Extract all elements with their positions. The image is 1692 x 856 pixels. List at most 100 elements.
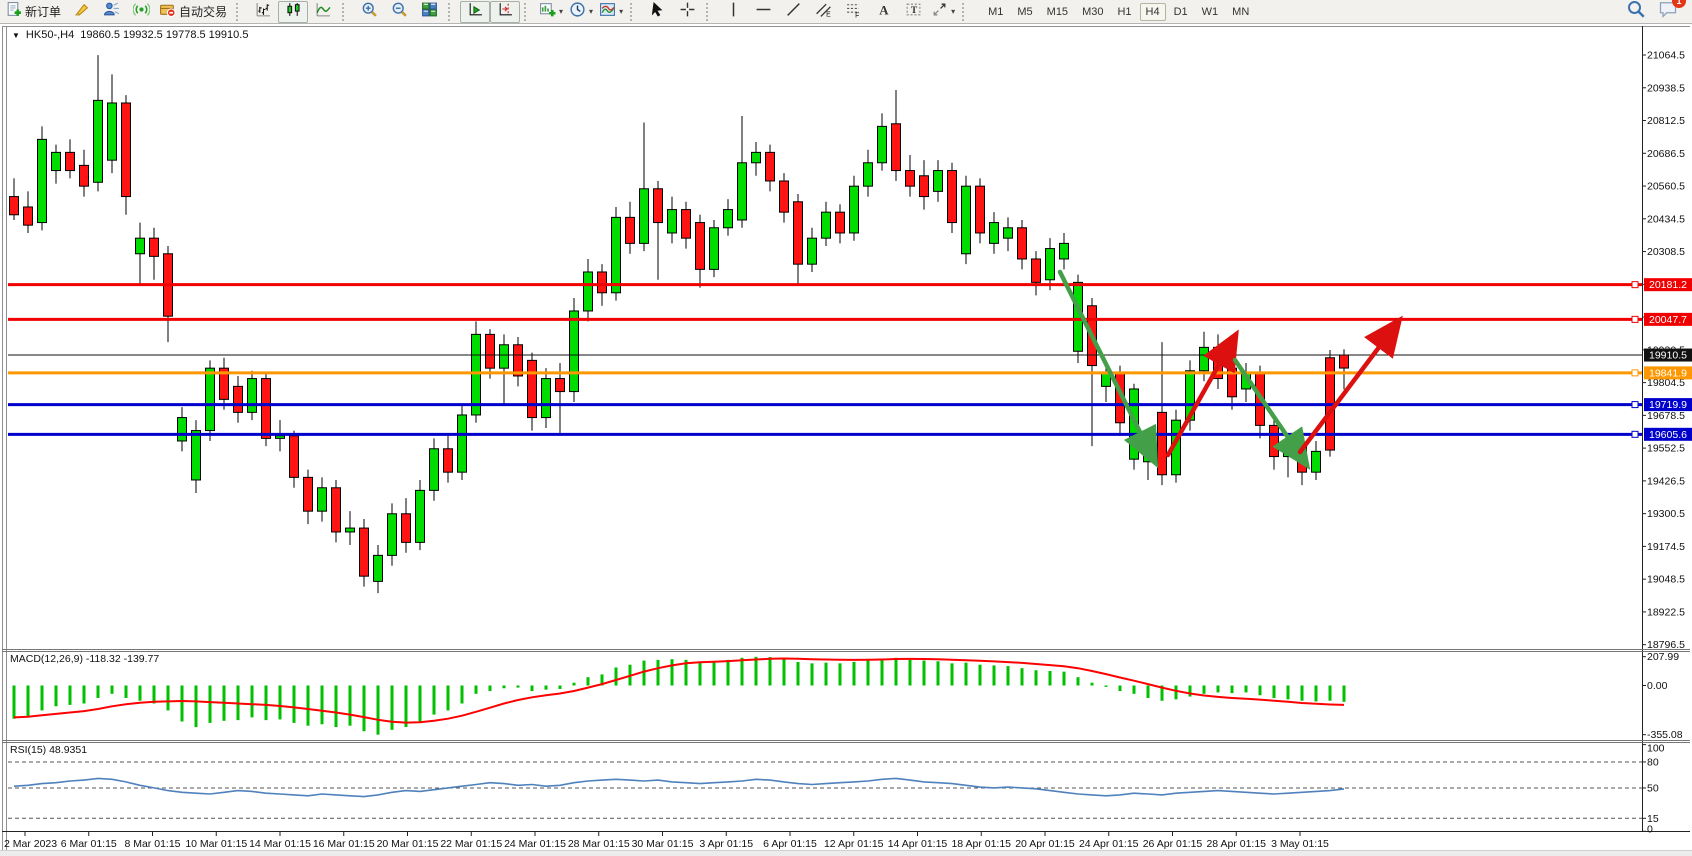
tile-windows-button[interactable] (414, 1, 444, 23)
level-handle[interactable] (1632, 431, 1638, 437)
candle-chart-button[interactable] (278, 1, 308, 23)
macd-panel[interactable]: 207.990.00-355.08 (14, 651, 1683, 741)
timeframe-m1[interactable]: M1 (982, 3, 1009, 21)
toolbar-separator (630, 3, 639, 21)
chevron-down-icon[interactable]: ▾ (619, 8, 623, 16)
svg-text:80: 80 (1647, 756, 1659, 768)
svg-text:50: 50 (1647, 782, 1659, 794)
crosshair-button[interactable] (672, 1, 702, 23)
new-order-button[interactable]: 新订单 (2, 1, 66, 23)
svg-text:30 Mar 01:15: 30 Mar 01:15 (632, 838, 694, 850)
timeframe-w1[interactable]: W1 (1196, 3, 1225, 21)
svg-text:T: T (910, 5, 917, 16)
search-button[interactable] (1626, 0, 1646, 24)
window-bottom-edge (0, 850, 1692, 856)
price-tag: 20181.2 (1644, 278, 1692, 291)
svg-text:20 Mar 01:15: 20 Mar 01:15 (377, 838, 439, 850)
line-chart-button[interactable] (308, 1, 338, 23)
candlestick-series[interactable] (10, 55, 1349, 593)
chevron-down-icon[interactable]: ▾ (951, 8, 955, 16)
hline-icon (755, 1, 772, 23)
chart-canvas[interactable]: 21064.520938.520812.520686.520560.520434… (0, 0, 1692, 856)
fibo-button[interactable]: F (838, 1, 868, 23)
rsi-panel[interactable]: 1008050150 (8, 743, 1665, 836)
crosshair-icon (679, 1, 696, 23)
svg-text:19719.9: 19719.9 (1649, 399, 1687, 411)
down-trend-arrow[interactable] (1060, 272, 1150, 452)
svg-text:6 Apr 01:15: 6 Apr 01:15 (763, 838, 817, 850)
timeframe-m5[interactable]: M5 (1011, 3, 1038, 21)
svg-text:16 Mar 01:15: 16 Mar 01:15 (313, 838, 375, 850)
chevron-down-icon[interactable]: ▾ (589, 8, 593, 16)
timeframe-m30[interactable]: M30 (1076, 3, 1109, 21)
profile-button[interactable] (96, 1, 126, 23)
svg-text:19910.5: 19910.5 (1649, 350, 1687, 362)
trendline-button[interactable] (778, 1, 808, 23)
notification-badge: 1 (1672, 0, 1686, 8)
horizontal-levels[interactable]: 20181.220047.719910.519841.919719.919605… (8, 278, 1692, 441)
timeframe-h4[interactable]: H4 (1140, 3, 1166, 21)
linechart-icon (315, 1, 332, 23)
level-handle[interactable] (1632, 282, 1638, 288)
svg-text:26 Apr 01:15: 26 Apr 01:15 (1143, 838, 1203, 850)
bar-chart-button[interactable] (248, 1, 278, 23)
signal-button[interactable] (126, 1, 156, 23)
text-button[interactable]: A (868, 1, 898, 23)
rsi-indicator-label: RSI(15) 48.9351 (10, 744, 87, 756)
cursor-button[interactable] (642, 1, 672, 23)
svg-text:3 Apr 01:15: 3 Apr 01:15 (699, 838, 753, 850)
zoom-out-icon (391, 1, 408, 23)
level-handle[interactable] (1632, 402, 1638, 408)
macd-signal-line (14, 659, 1344, 723)
auto-scroll-button[interactable] (460, 1, 490, 23)
channel-button[interactable]: E (808, 1, 838, 23)
autotrade-button[interactable]: 自动交易 (156, 1, 232, 23)
zoom-out-button[interactable] (384, 1, 414, 23)
price-tag: 20047.7 (1644, 313, 1692, 326)
svg-text:18796.5: 18796.5 (1647, 639, 1685, 651)
svg-text:28 Apr 01:15: 28 Apr 01:15 (1206, 838, 1266, 850)
timeframe-m15[interactable]: M15 (1041, 3, 1074, 21)
shift-icon (497, 1, 514, 23)
clock-icon (569, 1, 586, 23)
chevron-down-icon[interactable]: ▾ (559, 8, 563, 16)
chart-shift-button[interactable] (490, 1, 520, 23)
level-handle[interactable] (1632, 370, 1638, 376)
timeframe-h1[interactable]: H1 (1111, 3, 1137, 21)
collapse-chart-icon[interactable]: ▼ (12, 31, 20, 40)
shapes-button[interactable]: ▾ (928, 1, 958, 23)
level-handle[interactable] (1632, 316, 1638, 322)
label-button[interactable]: T (898, 1, 928, 23)
profile-icon (103, 1, 120, 23)
time-axis[interactable]: 2 Mar 20236 Mar 01:158 Mar 01:1510 Mar 0… (4, 832, 1329, 850)
chart-symbol-period: HK50-,H4 (26, 29, 74, 41)
periods-button[interactable]: ▾ (566, 1, 596, 23)
timeframe-d1[interactable]: D1 (1168, 3, 1194, 21)
zoom-in-icon (361, 1, 378, 23)
price-tag: 19841.9 (1644, 366, 1692, 379)
vline-icon (725, 1, 742, 23)
svg-text:19678.5: 19678.5 (1647, 410, 1685, 422)
svg-text:20181.2: 20181.2 (1649, 279, 1687, 291)
svg-text:10 Mar 01:15: 10 Mar 01:15 (185, 838, 247, 850)
svg-text:28 Mar 01:15: 28 Mar 01:15 (568, 838, 630, 850)
toolbar-separator (236, 3, 245, 21)
signal-icon (133, 1, 150, 23)
notifications-button[interactable]: 1 (1658, 0, 1678, 24)
timeframe-mn[interactable]: MN (1226, 3, 1255, 21)
search-icon (1626, 0, 1646, 24)
textA-icon: A (875, 1, 892, 23)
hline-button[interactable] (748, 1, 778, 23)
svg-text:20938.5: 20938.5 (1647, 82, 1685, 94)
svg-text:20 Apr 01:15: 20 Apr 01:15 (1015, 838, 1075, 850)
templates-button[interactable]: ▾ (596, 1, 626, 23)
timeframe-bar: M1M5M15M30H1H4D1W1MN (982, 3, 1255, 21)
labelT-icon: T (905, 1, 922, 23)
indicators-button[interactable]: ▾ (536, 1, 566, 23)
crayon-button[interactable] (66, 1, 96, 23)
vline-button[interactable] (718, 1, 748, 23)
svg-text:19048.5: 19048.5 (1647, 574, 1685, 586)
zoom-in-button[interactable] (354, 1, 384, 23)
macd-indicator-label: MACD(12,26,9) -118.32 -139.77 (10, 653, 159, 665)
svg-text:19174.5: 19174.5 (1647, 541, 1685, 553)
